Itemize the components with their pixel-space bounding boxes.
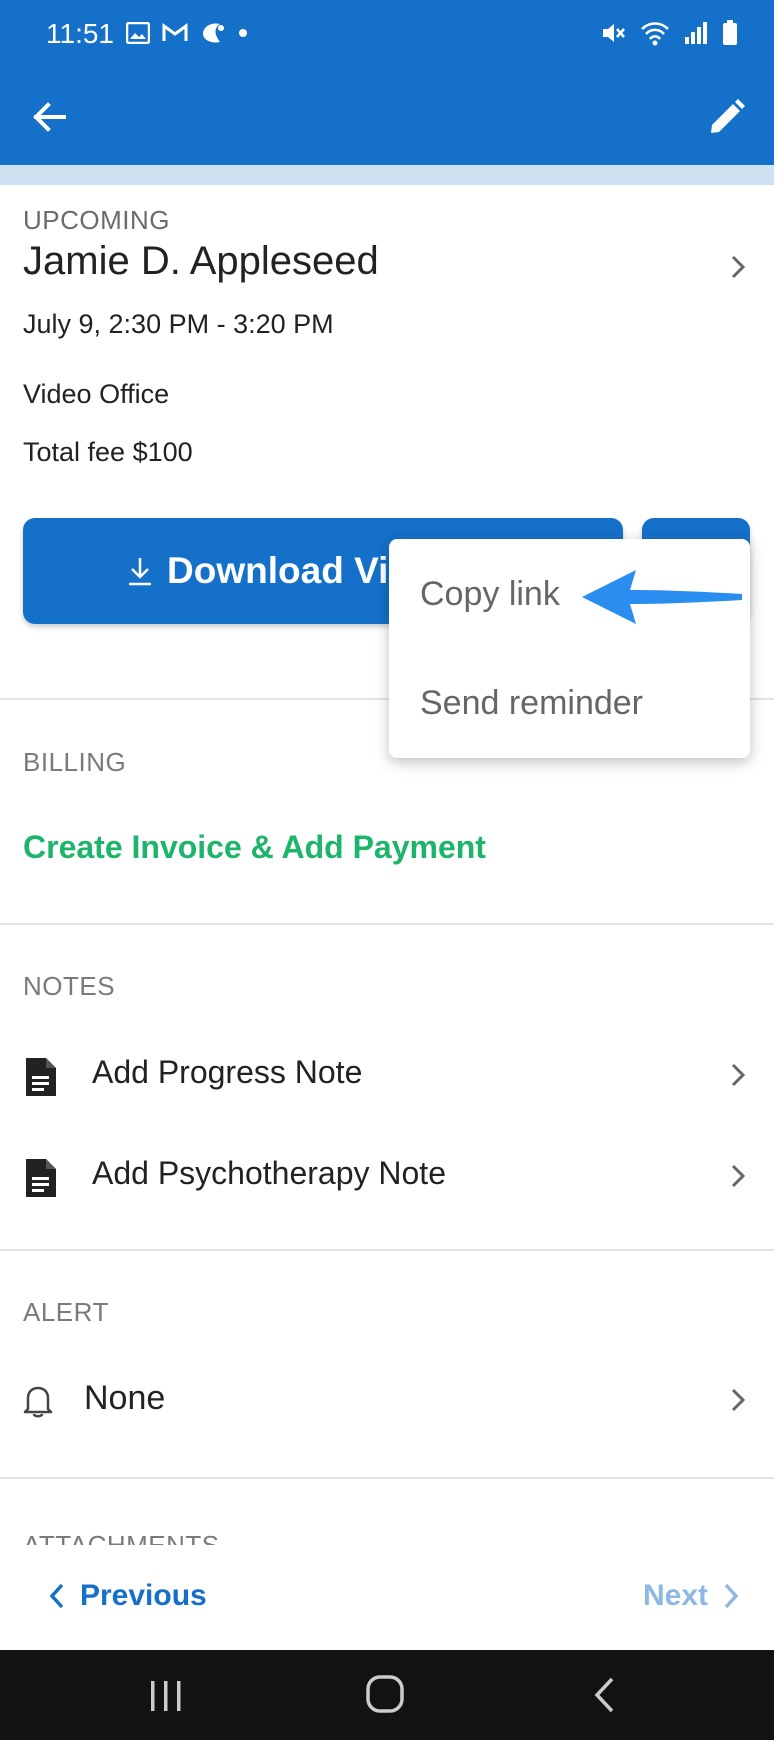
dot-icon [239,29,247,37]
recent-apps-icon[interactable] [148,1678,184,1714]
pencil-icon [711,99,745,133]
status-time: 11:51 [46,18,114,49]
app-bar [0,70,774,165]
chevron-left-icon [50,1583,64,1609]
system-status-icons [600,20,738,46]
notification-icons [126,20,248,46]
divider [0,1477,774,1479]
document-icon [26,1058,56,1096]
app-icon [203,23,224,43]
chevron-right-icon [731,1388,746,1412]
add-psychotherapy-note-label: Add Psychotherapy Note [92,1155,446,1191]
appointment-time: July 9, 2:30 PM - 3:20 PM [23,309,334,339]
bell-icon [23,1386,53,1418]
mute-icon [603,24,625,42]
arrow-left-icon [33,102,66,132]
next-label: Next [642,1579,708,1612]
divider [0,923,774,925]
chevron-right-icon[interactable] [728,252,748,282]
chevron-right-icon [724,1583,738,1609]
edit-button[interactable] [702,92,752,142]
add-psychotherapy-note-row[interactable]: Add Psychotherapy Note [0,1131,774,1221]
total-fee: Total fee $100 [23,437,193,467]
add-progress-note-row[interactable]: Add Progress Note [0,1030,774,1120]
alert-value: None [84,1379,166,1417]
previous-label: Previous [80,1579,207,1612]
send-reminder-menu-item[interactable]: Send reminder [420,684,643,723]
gallery-icon [126,22,150,44]
home-icon[interactable] [365,1674,405,1714]
alert-row[interactable]: None [0,1355,774,1445]
previous-button[interactable]: Previous [50,1579,207,1613]
client-name[interactable]: Jamie D. Appleseed [23,239,379,284]
download-button-label: Download Vic [167,550,409,591]
attachments-section-label: ATTACHMENTS [23,1530,220,1545]
download-icon [129,558,152,586]
appointment-location: Video Office [23,379,170,409]
document-icon [26,1159,56,1197]
back-button[interactable] [24,92,74,142]
pointer-arrow-annotation [582,570,742,624]
bottom-navigation: Previous Next [0,1545,774,1650]
divider [0,1249,774,1251]
battery-icon [723,20,737,45]
app-bar-shadow [0,165,774,185]
chevron-right-icon [731,1063,746,1087]
wifi-icon [641,22,669,46]
appointment-details[interactable]: UPCOMING Jamie D. Appleseed July 9, 2:30… [0,185,774,1545]
notes-section-label: NOTES [23,971,116,1001]
copy-link-menu-item[interactable]: Copy link [420,575,560,614]
system-navigation-bar [0,1650,774,1740]
signal-icon [685,22,707,44]
system-back-icon[interactable] [592,1675,616,1715]
add-progress-note-label: Add Progress Note [92,1054,363,1090]
chevron-right-icon [731,1164,746,1188]
billing-section-label: BILLING [23,747,127,777]
gmail-icon [162,23,188,41]
create-invoice-link[interactable]: Create Invoice & Add Payment [23,829,486,866]
next-button[interactable]: Next [643,1579,738,1613]
alert-section-label: ALERT [23,1297,109,1327]
appointment-status: UPCOMING [23,205,170,235]
status-bar: 11:51 [0,0,774,70]
